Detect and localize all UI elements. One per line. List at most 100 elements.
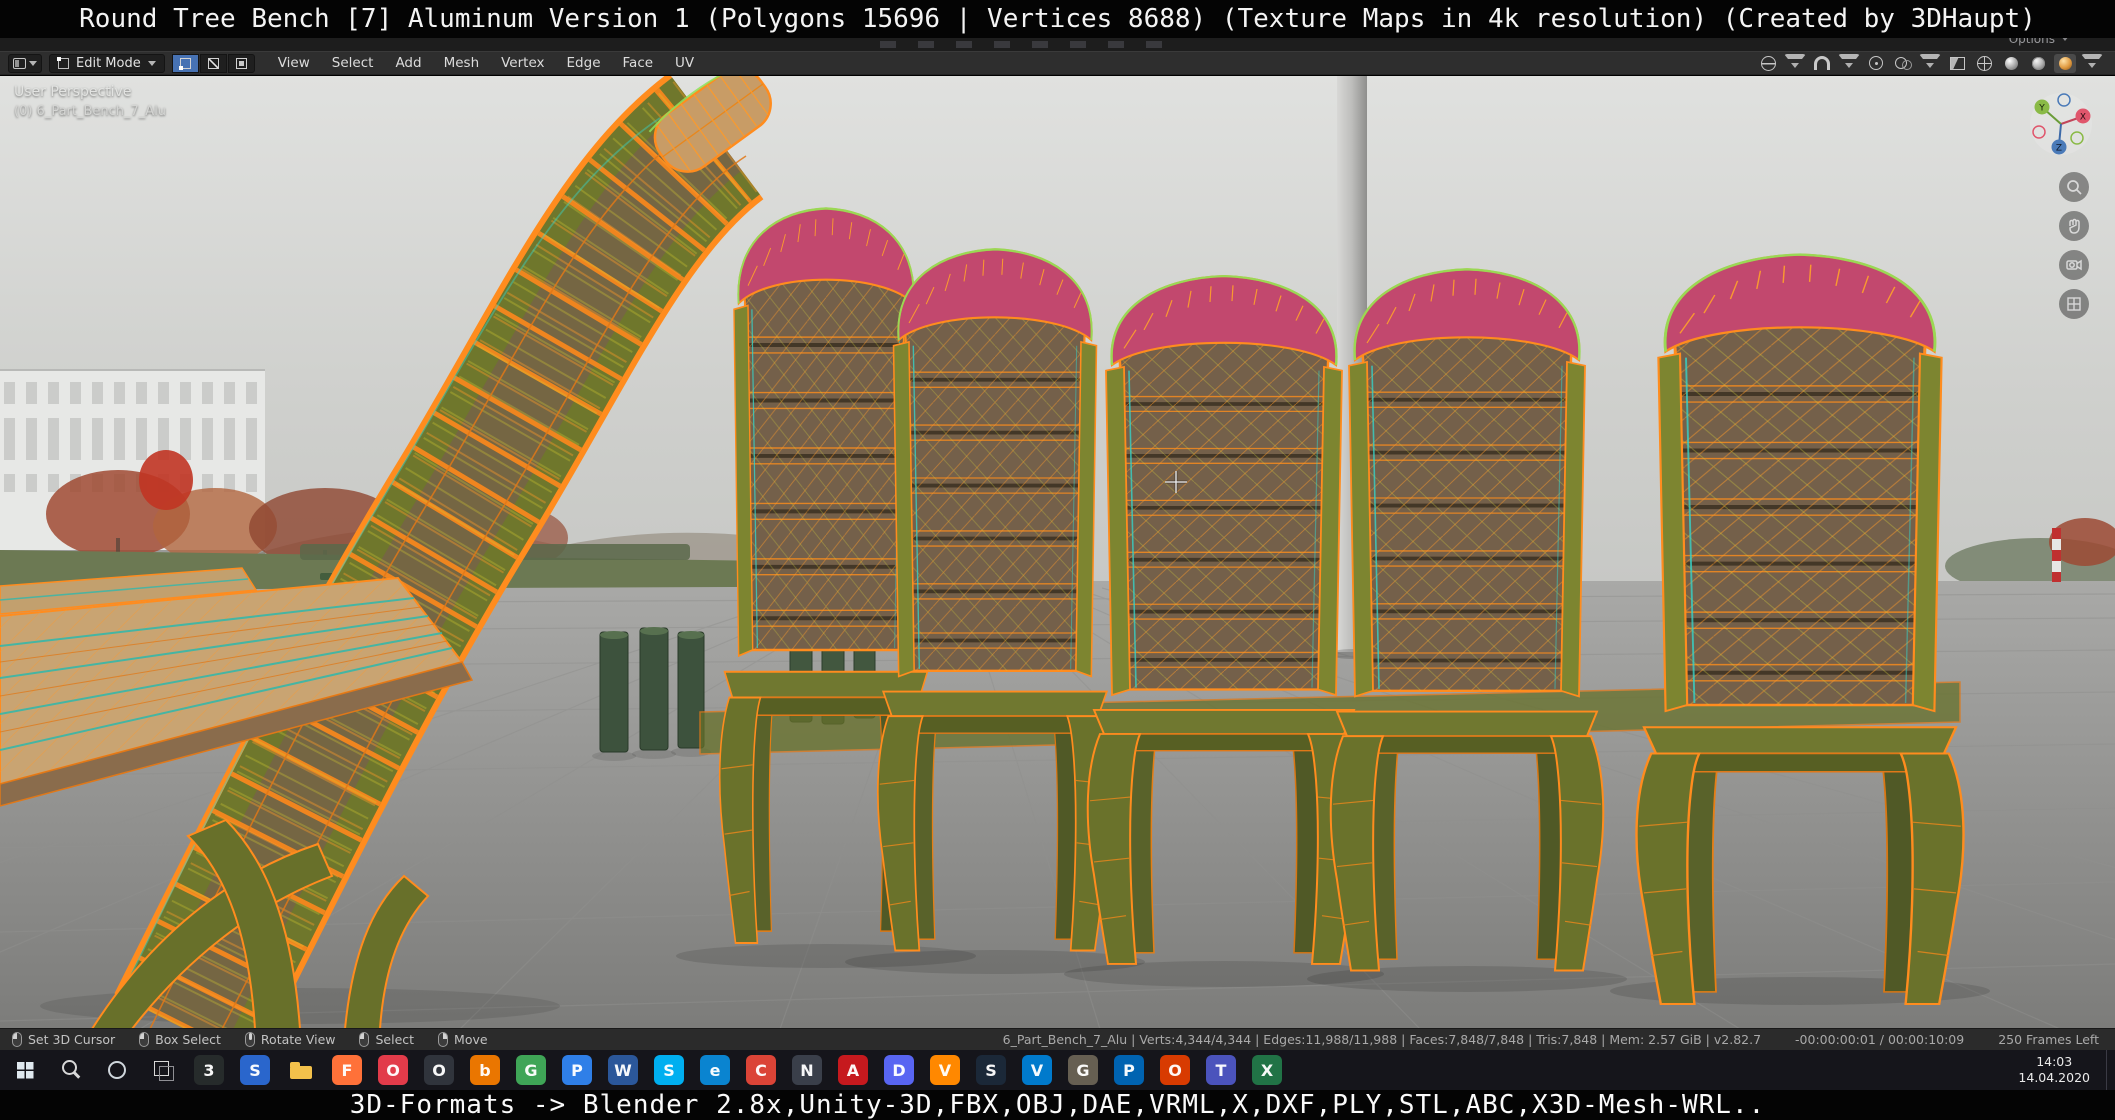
snap-chevron-icon[interactable] [1838,53,1860,73]
app-skype[interactable]: S [646,1050,692,1090]
viewport-object-label: (0) 6_Part_Bench_7_Alu [14,104,167,119]
cortana-button[interactable] [94,1050,140,1090]
editor-type-button[interactable] [8,53,42,73]
header-right-icons [1757,53,2107,73]
menu-item[interactable]: View [268,53,320,73]
shading-wireframe-icon[interactable] [1973,54,1995,73]
app-opera[interactable]: O [370,1050,416,1090]
mouse-icon [139,1032,150,1047]
vertex-select-mode-button[interactable] [171,53,199,73]
file-explorer[interactable] [278,1050,324,1090]
hint-label: Move [454,1032,488,1047]
menu-item[interactable]: Add [385,53,431,73]
menu-item[interactable]: Face [613,53,664,73]
hint-move: Move [438,1032,488,1047]
app-photos[interactable]: P [554,1050,600,1090]
app-your-phone[interactable]: P [1106,1050,1152,1090]
grid-icon [2067,297,2081,311]
show-overlays-icon[interactable] [1892,54,1914,73]
app-greenshot[interactable]: G [508,1050,554,1090]
app-edge[interactable]: e [692,1050,738,1090]
mode-select-dropdown[interactable]: Edit Mode [49,53,165,73]
pan-hand-button[interactable] [2059,211,2089,241]
timecode: -00:00:00:01 / 00:00:10:09 [1795,1032,1965,1047]
app-blender[interactable]: b [462,1050,508,1090]
windows-taskbar: 3 S F O O b G P W S e C N A D V S V G P … [0,1050,2115,1090]
caption-top-text: Round Tree Bench [7] Aluminum Version 1 … [79,4,2036,34]
taskbar-clock[interactable]: 14:03 14.04.2020 [2002,1054,2106,1087]
menu-item[interactable]: Select [322,53,384,73]
app-office[interactable]: O [1152,1050,1198,1090]
app-adobe-reader[interactable]: A [830,1050,876,1090]
app-teams[interactable]: T [1198,1050,1244,1090]
video-caption-top: Round Tree Bench [7] Aluminum Version 1 … [0,0,2115,38]
proportional-editing-icon[interactable] [1865,54,1887,73]
app-tile-icon: O [378,1055,408,1085]
app-tile-icon: V [930,1055,960,1085]
app-firefox[interactable]: F [324,1050,370,1090]
menu-item[interactable]: UV [665,53,704,73]
gizmo-y-label: Y [2038,104,2045,114]
app-save[interactable]: S [232,1050,278,1090]
overlays-chevron-icon[interactable] [1919,53,1941,73]
navigation-gizmo[interactable]: X Y Z [2027,90,2095,158]
caption-bottom-text: 3D-Formats -> Blender 2.8x,Unity-3D,FBX,… [349,1090,1766,1120]
hint-box-select: Box Select [139,1032,221,1047]
app-excel[interactable]: X [1244,1050,1290,1090]
app-tile-icon: e [700,1055,730,1085]
striped-post [2052,528,2061,582]
transform-orientation-chevron-icon[interactable] [1784,53,1806,73]
options-dropdown[interactable]: Options [2009,38,2069,46]
select-mode-icon [235,57,247,69]
shading-material-icon[interactable] [2027,54,2049,73]
shading-chevron-icon[interactable] [2081,53,2103,73]
task-view-button[interactable] [140,1050,186,1090]
app-chrome[interactable]: C [738,1050,784,1090]
app-tile-icon [102,1055,132,1085]
viewport-header: Edit Mode View Select Add Mesh Vertex Edge Fac… [0,51,2115,75]
toggle-ortho-button[interactable] [2059,289,2089,319]
edge-select-mode-button[interactable] [199,53,227,73]
app-3ds-max[interactable]: 3 [186,1050,232,1090]
search-button[interactable] [48,1050,94,1090]
app-tile-icon: P [562,1055,592,1085]
topbar-ghost-icons [880,41,1180,48]
app-word[interactable]: W [600,1050,646,1090]
app-notepad[interactable]: N [784,1050,830,1090]
snap-magnet-icon[interactable] [1811,54,1833,73]
app-steam[interactable]: S [968,1050,1014,1090]
status-bar: Set 3D Cursor Box Select Rotate View Sel… [0,1028,2115,1050]
show-desktop-button[interactable] [2106,1050,2115,1090]
taskbar-icons: 3 S F O O b G P W S e C N A D V S V G P … [0,1050,1290,1090]
viewport-tools [2059,172,2089,319]
app-gimp[interactable]: G [1060,1050,1106,1090]
camera-icon [2066,259,2082,271]
menu-item[interactable]: Vertex [491,53,554,73]
menu-item[interactable]: Mesh [434,53,490,73]
app-vscode[interactable]: V [1014,1050,1060,1090]
app-tile-icon: 3 [194,1055,224,1085]
app-discord[interactable]: D [876,1050,922,1090]
app-tile-icon: A [838,1055,868,1085]
app-tile-icon [56,1055,86,1085]
face-select-mode-button[interactable] [227,53,255,73]
shading-solid-icon[interactable] [2000,54,2022,73]
app-vlc[interactable]: V [922,1050,968,1090]
zoom-tool-button[interactable] [2059,172,2089,202]
menu-item[interactable]: Edge [557,53,611,73]
app-tile-icon: W [608,1055,638,1085]
viewport-3d[interactable]: User Perspective (0) 6_Part_Bench_7_Alu … [0,76,2115,1028]
app-obs[interactable]: O [416,1050,462,1090]
shading-rendered-icon[interactable] [2054,53,2076,73]
app-tile-icon: S [240,1055,270,1085]
transform-orientation-globe-icon[interactable] [1757,54,1779,73]
hint-select: Select [359,1032,414,1047]
app-tile-icon: X [1252,1055,1282,1085]
xray-toggle-icon[interactable] [1946,54,1968,73]
select-mode-icon [178,57,191,70]
hint-label: Box Select [155,1032,221,1047]
app-tile-icon: S [976,1055,1006,1085]
start-button[interactable] [2,1050,48,1090]
select-mode-icon [207,57,219,69]
camera-view-button[interactable] [2059,250,2089,280]
